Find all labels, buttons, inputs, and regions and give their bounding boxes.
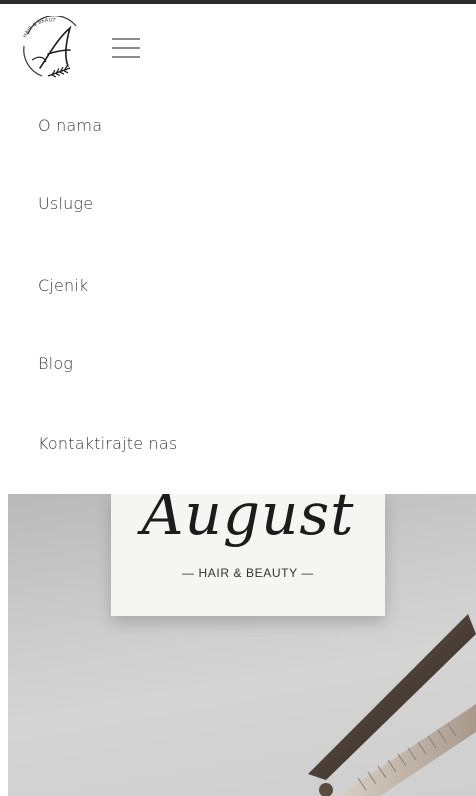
nav-item-blog[interactable]: Blog (38, 354, 73, 373)
site-header: HAIR & BEAUTY (0, 4, 476, 84)
brand-subtitle: — HAIR & BEAUTY — (181, 566, 314, 580)
hamburger-line (112, 38, 140, 40)
logo-icon[interactable]: HAIR & BEAUTY (15, 12, 88, 82)
logo-badge-text: HAIR & BEAUTY (15, 12, 56, 39)
nav-item-usluge[interactable]: Usluge (38, 194, 93, 213)
brand-card: August — HAIR & BEAUTY — (111, 494, 385, 616)
hamburger-line (112, 56, 140, 58)
hero-image: August — HAIR & BEAUTY — (8, 494, 476, 796)
nav-item-o-nama[interactable]: O nama (38, 116, 102, 135)
hamburger-menu-icon[interactable] (112, 38, 140, 60)
hamburger-line (112, 47, 140, 49)
nav-item-cjenik[interactable]: Cjenik (38, 276, 89, 295)
svg-text:HAIR & BEAUTY: HAIR & BEAUTY (18, 16, 57, 39)
mobile-nav-menu: O nama Usluge Cjenik Blog Kontaktirajte … (0, 84, 476, 494)
nav-item-kontaktirajte-nas[interactable]: Kontaktirajte nas (38, 434, 177, 453)
brand-script-text: August (141, 494, 355, 548)
